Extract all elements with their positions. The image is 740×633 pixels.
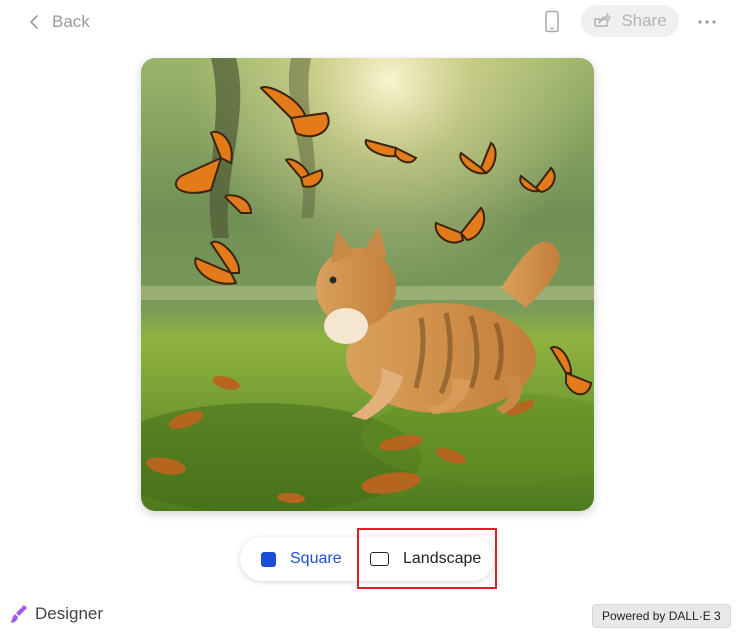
square-label: Square xyxy=(290,550,342,567)
designer-label: Designer xyxy=(35,604,104,623)
back-label: Back xyxy=(52,12,90,31)
more-options-icon[interactable] xyxy=(697,12,717,32)
powered-by-badge: Powered by DALL·E 3 xyxy=(592,604,731,628)
landscape-label: Landscape xyxy=(403,550,482,567)
back-button[interactable]: Back xyxy=(28,10,90,34)
designer-brand: Designer xyxy=(10,604,103,624)
landscape-option[interactable]: Landscape xyxy=(370,537,481,581)
square-filled-icon xyxy=(261,551,276,567)
generated-image[interactable] xyxy=(141,58,594,511)
landscape-outline-icon xyxy=(370,552,389,566)
share-icon xyxy=(594,13,612,27)
designer-logo-icon xyxy=(11,605,27,623)
mobile-device-icon[interactable] xyxy=(543,10,561,34)
share-button[interactable]: Share xyxy=(581,5,679,37)
square-option[interactable]: Square xyxy=(261,537,342,581)
share-label: Share xyxy=(621,11,667,30)
chevron-left-icon xyxy=(30,15,38,29)
aspect-ratio-toggle: Square Landscape xyxy=(240,537,494,581)
